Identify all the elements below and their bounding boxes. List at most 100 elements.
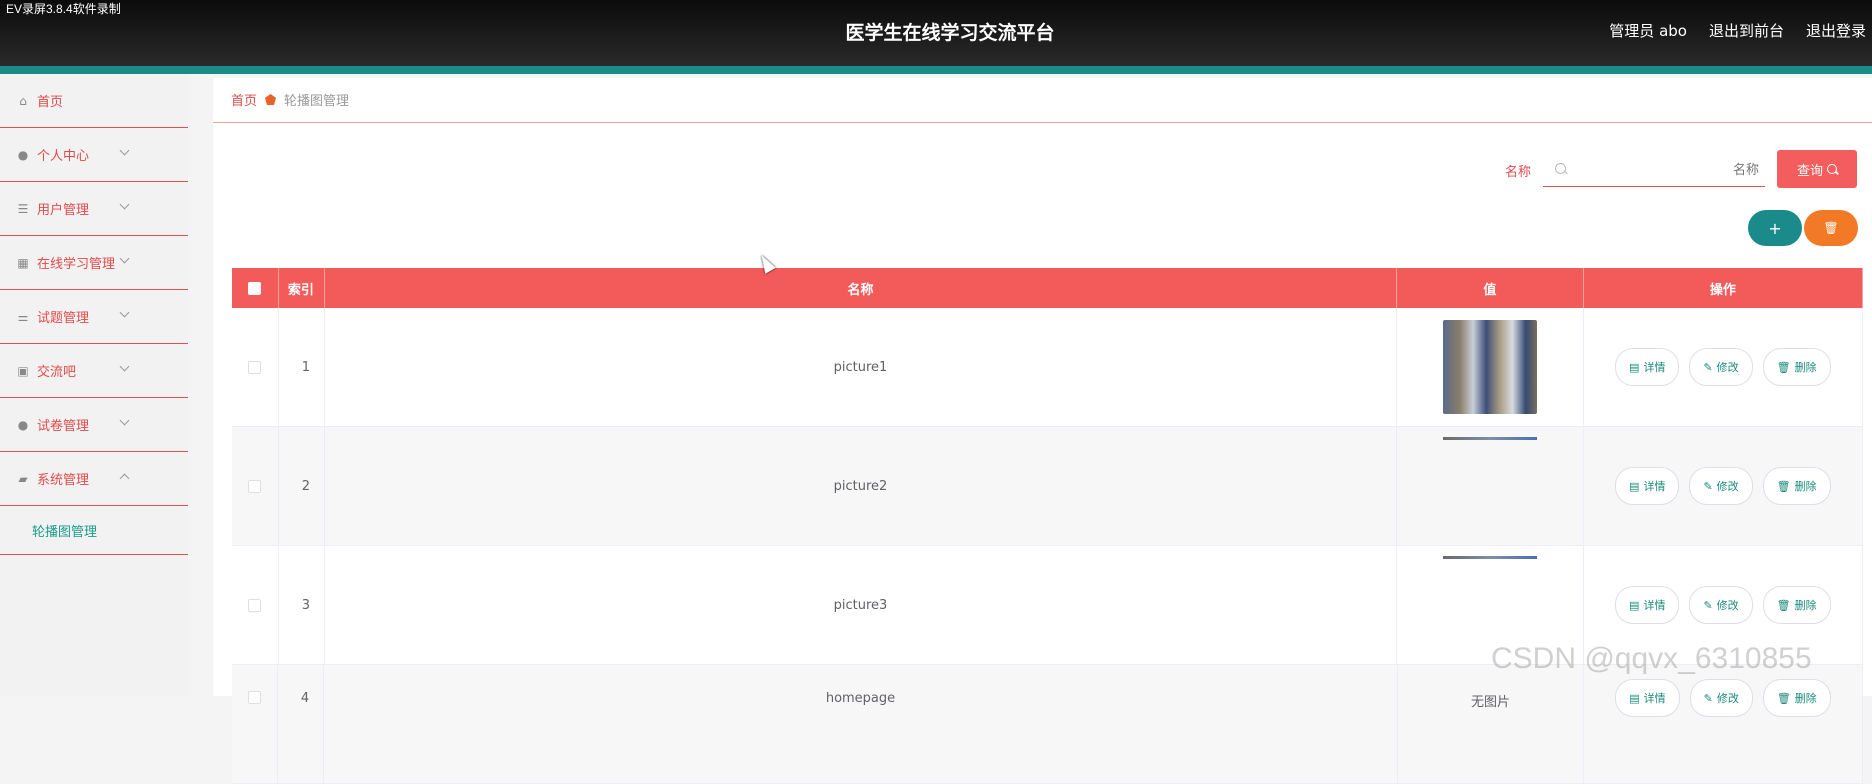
detail-button[interactable]: ▤ 详情 — [1615, 348, 1680, 386]
delete-button[interactable]: 🗑 删除 — [1762, 348, 1831, 386]
row-name: homepage — [324, 665, 1398, 783]
carousel-thumbnail[interactable] — [1442, 437, 1537, 440]
pencil-icon: ✎ — [1703, 691, 1713, 705]
row-index: 4 — [278, 665, 324, 783]
detail-button-label: 详情 — [1643, 599, 1666, 612]
row-checkbox-cell — [232, 546, 279, 664]
chevron-down-icon — [119, 307, 130, 318]
recorder-label: EV录屏3.8.4软件录制 — [6, 2, 121, 16]
main-content: 首页 轮播图管理 名称 查询 + 🗑 索引 名称 值 操作 1 picture — [213, 78, 1872, 784]
edit-button-label: 修改 — [1716, 480, 1739, 493]
row-checkbox-cell — [232, 665, 278, 783]
sidebar-item-label: 在线学习管理 — [37, 257, 116, 272]
sidebar-item-online-learning[interactable]: ▦ 在线学习管理 — [0, 236, 188, 290]
wallet-icon: ▰ — [18, 471, 28, 486]
chevron-down-icon — [119, 361, 130, 372]
table-header: 索引 名称 值 操作 — [232, 268, 1863, 308]
sidebar-item-label: 个人中心 — [37, 149, 90, 164]
sidebar-item-personal-center[interactable]: ● 个人中心 — [0, 128, 188, 182]
table-body: 1 picture1 ▤ 详情 ✎ 修改 🗑 删除 2 picture2 ▤ 详… — [232, 308, 1863, 784]
delete-button[interactable]: 🗑 删除 — [1762, 679, 1831, 717]
breadcrumb-divider — [213, 122, 1872, 123]
select-all-cell — [232, 268, 279, 308]
chevron-down-icon — [119, 145, 130, 156]
carousel-thumbnail[interactable] — [1442, 320, 1537, 414]
row-checkbox[interactable] — [248, 479, 262, 493]
header-index: 索引 — [279, 268, 325, 308]
person-icon: ● — [17, 417, 29, 432]
document-icon: ▤ — [1629, 598, 1640, 612]
top-bar: 医学生在线学习交流平台 管理员 abo 退出到前台 退出登录 — [0, 0, 1872, 66]
select-all-checkbox[interactable] — [248, 281, 262, 295]
sidebar-item-label: 首页 — [37, 95, 64, 110]
logout-link[interactable]: 退出登录 — [1806, 20, 1866, 41]
sidebar-item-question-management[interactable]: ⚌ 试题管理 — [0, 290, 188, 344]
sidebar: ⌂ 首页 ● 个人中心 ☰ 用户管理 ▦ 在线学习管理 ⚌ 试题管理 ▣ 交流吧… — [0, 74, 188, 696]
detail-button[interactable]: ▤ 详情 — [1615, 679, 1680, 717]
row-index: 3 — [279, 546, 325, 664]
search-icon — [1555, 163, 1566, 174]
document-icon: ▤ — [1629, 479, 1640, 493]
delete-button-label: 删除 — [1794, 692, 1817, 705]
search-input[interactable] — [1573, 158, 1761, 182]
detail-button-label: 详情 — [1643, 361, 1666, 374]
row-checkbox[interactable] — [248, 360, 262, 374]
header-value: 值 — [1397, 268, 1584, 308]
row-checkbox[interactable] — [248, 598, 262, 612]
breadcrumb: 首页 轮播图管理 — [231, 90, 349, 109]
admin-user-label: 管理员 abo — [1609, 22, 1687, 40]
search-field — [1543, 152, 1765, 187]
carousel-thumbnail[interactable] — [1442, 556, 1537, 559]
sidebar-item-user-management[interactable]: ☰ 用户管理 — [0, 182, 188, 236]
edit-button[interactable]: ✎ 修改 — [1689, 586, 1753, 624]
chevron-down-icon — [119, 415, 130, 426]
sidebar-item-label: 试题管理 — [37, 311, 90, 326]
delete-button-label: 删除 — [1794, 361, 1817, 374]
edit-button[interactable]: ✎ 修改 — [1689, 467, 1753, 505]
header-accent-line — [0, 66, 1872, 74]
query-button[interactable]: 查询 — [1777, 150, 1857, 188]
edit-button[interactable]: ✎ 修改 — [1689, 679, 1753, 717]
row-operations: ▤ 详情 ✎ 修改 🗑 删除 — [1584, 427, 1863, 545]
list-icon: ☰ — [17, 201, 29, 216]
sidebar-item-label: 用户管理 — [37, 203, 90, 218]
search-label: 名称 — [1505, 165, 1532, 180]
carousel-table: 索引 名称 值 操作 1 picture1 ▤ 详情 ✎ 修改 🗑 删除 2 p… — [232, 268, 1863, 784]
chevron-down-icon — [119, 253, 130, 264]
sidebar-item-system-management[interactable]: ▰ 系统管理 — [0, 452, 188, 506]
trash-icon: 🗑 — [1776, 479, 1791, 493]
pencil-icon: ✎ — [1703, 360, 1713, 374]
table-row: 3 picture3 ▤ 详情 ✎ 修改 🗑 删除 — [232, 546, 1863, 665]
row-value-cell: 无图片 — [1398, 665, 1584, 783]
detail-button[interactable]: ▤ 详情 — [1615, 467, 1680, 505]
row-checkbox[interactable] — [248, 691, 261, 704]
trash-icon: 🗑 — [1776, 691, 1791, 705]
detail-button[interactable]: ▤ 详情 — [1615, 586, 1680, 624]
star-icon — [265, 94, 277, 105]
edit-button-label: 修改 — [1716, 361, 1739, 374]
breadcrumb-home[interactable]: 首页 — [231, 90, 257, 109]
back-to-front-link[interactable]: 退出到前台 — [1709, 20, 1784, 41]
delete-button[interactable]: 🗑 删除 — [1762, 467, 1831, 505]
row-operations: ▤ 详情 ✎ 修改 🗑 删除 — [1584, 546, 1863, 664]
batch-delete-button[interactable]: 🗑 — [1804, 210, 1858, 246]
sidebar-subitem-carousel[interactable]: 轮播图管理 — [0, 506, 188, 555]
chevron-up-icon — [119, 473, 130, 484]
row-index: 2 — [279, 427, 325, 545]
document-icon: ▤ — [1629, 691, 1640, 705]
edit-button-label: 修改 — [1716, 599, 1739, 612]
delete-button[interactable]: 🗑 删除 — [1762, 586, 1831, 624]
row-value-cell — [1397, 546, 1584, 664]
edit-button-label: 修改 — [1716, 692, 1739, 705]
row-name: picture1 — [325, 308, 1398, 426]
row-value-cell — [1397, 427, 1584, 545]
sidebar-item-home[interactable]: ⌂ 首页 — [0, 74, 188, 128]
header-name: 名称 — [325, 268, 1398, 308]
sidebar-item-exam-management[interactable]: ● 试卷管理 — [0, 398, 188, 452]
edit-button[interactable]: ✎ 修改 — [1689, 348, 1753, 386]
sidebar-item-forum[interactable]: ▣ 交流吧 — [0, 344, 188, 398]
detail-button-label: 详情 — [1643, 480, 1666, 493]
top-right-menu: 管理员 abo 退出到前台 退出登录 — [1609, 20, 1866, 41]
row-name: picture2 — [325, 427, 1398, 545]
add-button[interactable]: + — [1748, 210, 1802, 246]
